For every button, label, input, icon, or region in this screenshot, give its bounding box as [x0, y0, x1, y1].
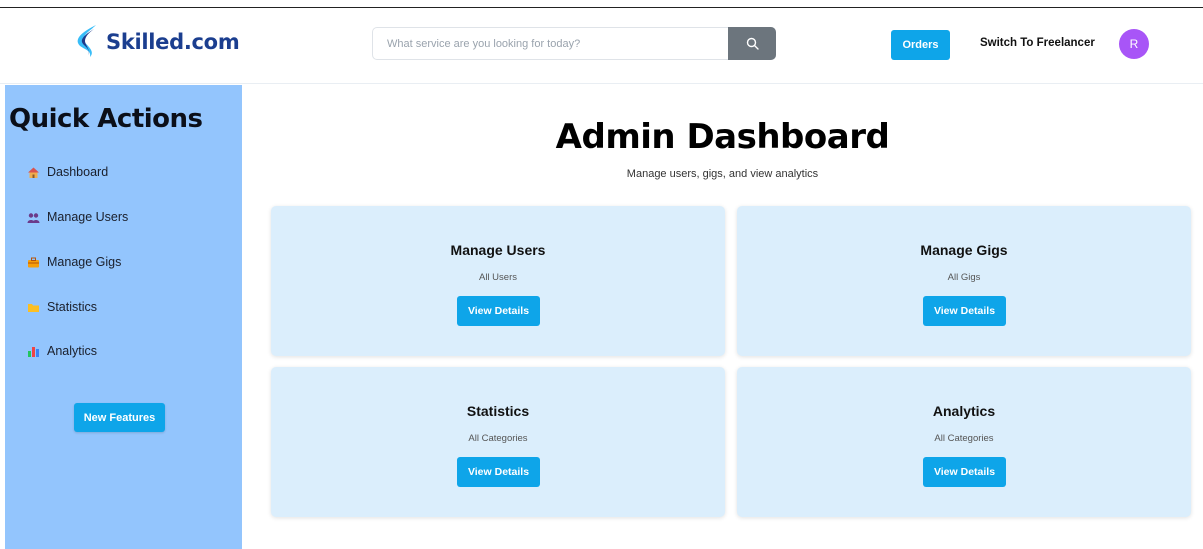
card-statistics: Statistics All Categories View Details	[271, 367, 725, 517]
logo[interactable]: Skilled.com	[72, 22, 240, 62]
search-button[interactable]	[728, 27, 776, 60]
sidebar-item-label: Dashboard	[47, 165, 109, 179]
users-icon	[27, 211, 40, 224]
house-icon	[27, 166, 40, 179]
card-title: Manage Gigs	[920, 242, 1008, 258]
card-title: Analytics	[932, 403, 996, 419]
sidebar-item-label: Statistics	[47, 300, 98, 314]
card-manage-gigs: Manage Gigs All Gigs View Details	[737, 206, 1191, 356]
logo-text: Skilled.com	[106, 30, 240, 54]
sidebar-item-label: Manage Users	[47, 210, 129, 224]
logo-swoosh-icon	[77, 25, 96, 57]
card-description: All Categories	[468, 433, 528, 444]
sidebar-item-label: Manage Gigs	[47, 255, 122, 269]
card-description: All Users	[478, 272, 517, 283]
orders-button[interactable]: Orders	[891, 30, 950, 60]
card-manage-users: Manage Users All Users View Details	[271, 206, 725, 356]
card-analytics: Analytics All Categories View Details	[737, 367, 1191, 517]
view-details-button[interactable]: View Details	[457, 457, 540, 487]
briefcase-icon	[27, 256, 40, 269]
view-details-button[interactable]: View Details	[923, 296, 1006, 326]
card-description: All Categories	[934, 433, 994, 444]
sidebar-item-manage-users[interactable]: Manage Users	[27, 207, 128, 227]
search-bar	[372, 27, 776, 60]
sidebar-item-analytics[interactable]: Analytics	[27, 341, 97, 361]
sidebar-item-statistics[interactable]: Statistics	[27, 297, 97, 317]
view-details-button[interactable]: View Details	[923, 457, 1006, 487]
view-details-button[interactable]: View Details	[457, 296, 540, 326]
card-description: All Gigs	[947, 272, 981, 283]
new-features-button[interactable]: New Features	[74, 403, 165, 432]
search-icon	[746, 37, 759, 50]
sidebar-title: Quick Actions	[9, 104, 203, 134]
folder-icon	[27, 301, 40, 314]
top-header: Skilled.com Orders Switch To Freelancer …	[0, 8, 1203, 84]
page-subtitle: Manage users, gigs, and view analytics	[626, 168, 819, 180]
sidebar: Quick Actions Dashboard Manage Users Man…	[5, 85, 242, 549]
search-input[interactable]	[373, 28, 723, 59]
sidebar-item-dashboard[interactable]: Dashboard	[27, 162, 108, 182]
switch-to-freelancer-link[interactable]: Switch To Freelancer	[980, 37, 1095, 49]
sidebar-item-label: Analytics	[47, 344, 98, 358]
avatar[interactable]: R	[1119, 29, 1149, 59]
card-title: Statistics	[466, 403, 530, 419]
page-title: Admin Dashboard	[555, 117, 890, 157]
card-title: Manage Users	[450, 242, 546, 258]
sidebar-item-manage-gigs[interactable]: Manage Gigs	[27, 252, 121, 272]
bar-chart-icon	[27, 345, 40, 358]
